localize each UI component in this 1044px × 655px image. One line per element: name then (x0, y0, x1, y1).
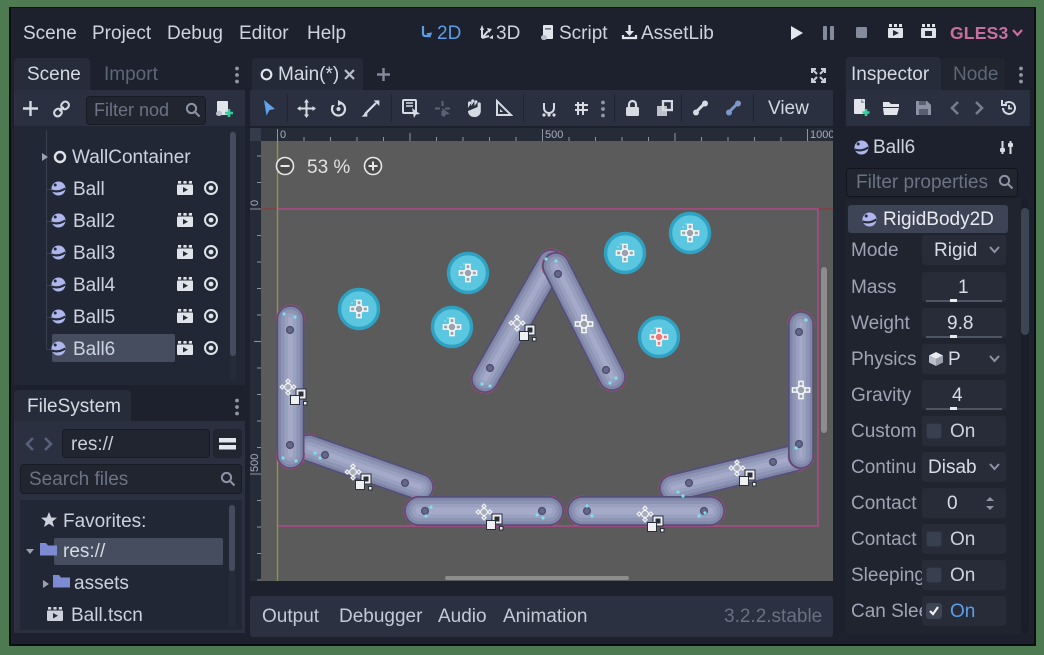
svg-text:0: 0 (280, 129, 286, 141)
svg-text:500: 500 (545, 129, 563, 141)
svg-text:1000: 1000 (810, 129, 833, 141)
svg-text:500: 500 (250, 454, 261, 472)
svg-text:53 %: 53 % (307, 157, 350, 178)
svg-text:0: 0 (250, 200, 261, 206)
